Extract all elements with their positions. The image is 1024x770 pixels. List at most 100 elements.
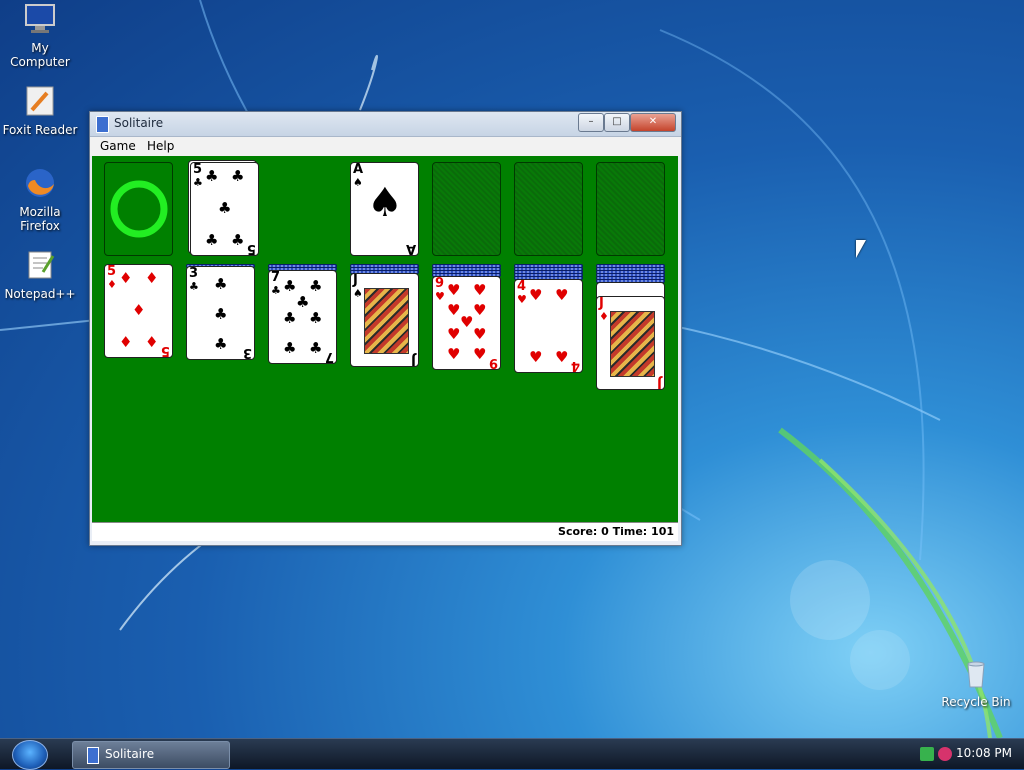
- card-suit: ♦: [599, 310, 609, 323]
- club-pip: ♣: [283, 339, 297, 357]
- card-suit: ♣: [189, 280, 199, 293]
- card-suit: ♣: [271, 284, 281, 297]
- tableau-card-j-diamonds[interactable]: J ♦ J: [596, 296, 665, 390]
- diamond-pip: ♦: [119, 269, 133, 287]
- desktop-icon-label: Foxit Reader: [2, 123, 78, 137]
- heart-pip: ♥: [473, 345, 487, 363]
- heart-pip: ♥: [460, 313, 474, 331]
- card-rank-bottom: 5: [160, 343, 170, 358]
- mouse-cursor-icon: [856, 240, 866, 258]
- solitaire-app-icon: [87, 747, 99, 764]
- taskbar-solitaire-button[interactable]: Solitaire: [72, 741, 230, 769]
- waste-card[interactable]: 5 5 ♣ ♣ ♣ ♣ ♣ ♣: [190, 162, 259, 256]
- club-pip: ♣: [309, 339, 323, 357]
- club-pip: ♣: [214, 335, 228, 353]
- windows-start-icon[interactable]: [12, 740, 48, 770]
- foundation-empty[interactable]: [432, 162, 501, 256]
- taskbar-button-label: Solitaire: [105, 747, 155, 761]
- score-time-readout: Score: 0 Time: 101: [558, 525, 674, 538]
- card-suit: ♠: [353, 287, 363, 300]
- security-shield-icon[interactable]: [938, 747, 952, 761]
- status-bar: Score: 0 Time: 101: [92, 522, 678, 541]
- tableau-card-9-hearts[interactable]: 9 ♥ ♥ ♥ ♥ ♥ ♥ ♥ ♥ ♥ ♥ 9: [432, 276, 501, 370]
- clock[interactable]: 10:08 PM: [956, 746, 1012, 760]
- menu-help[interactable]: Help: [147, 139, 174, 153]
- card-rank-bottom: A: [405, 241, 416, 256]
- notepad-icon: [28, 251, 55, 279]
- tableau-card-j-spades[interactable]: J ♠ J: [350, 273, 419, 367]
- tableau-card-5-diamonds[interactable]: 5 ♦ ♦ ♦ ♦ ♦ ♦ 5: [104, 264, 173, 358]
- close-button[interactable]: ✕: [630, 113, 676, 132]
- desktop-icon-label: Mozilla Firefox: [19, 205, 61, 233]
- title-bar[interactable]: Solitaire – □ ✕: [90, 112, 681, 137]
- tableau-card-3-clubs[interactable]: 3 ♣ ♣ ♣ ♣ 3: [186, 266, 255, 360]
- card-suit: ♥: [435, 290, 445, 303]
- card-rank-bottom: 3: [242, 345, 252, 360]
- recycle-circle-icon: [110, 180, 168, 238]
- minimize-button[interactable]: –: [578, 113, 604, 132]
- desktop-icon-label: My Computer: [10, 41, 70, 69]
- heart-pip: ♥: [555, 286, 569, 304]
- card-rank-bottom: J: [657, 375, 662, 390]
- club-pip: ♣: [214, 275, 228, 293]
- heart-pip: ♥: [529, 348, 543, 366]
- network-icon[interactable]: [920, 747, 934, 761]
- card-rank-bottom: 9: [488, 355, 498, 370]
- club-pip: ♣: [296, 293, 310, 311]
- monitor-icon: [25, 4, 55, 33]
- pdf-reader-icon: [26, 86, 54, 116]
- window-title: Solitaire: [114, 116, 164, 130]
- heart-pip: ♥: [473, 325, 487, 343]
- club-pip: ♣: [309, 277, 323, 295]
- card-rank-bottom: 7: [324, 349, 334, 364]
- heart-pip: ♥: [529, 286, 543, 304]
- stock-pile[interactable]: [104, 162, 173, 256]
- recycle-bin-icon: [967, 661, 985, 688]
- game-table: 5 5 ♣ ♣ ♣ ♣ ♣ ♣ A ♠ ♠ A 5 ♦ ♦ ♦ ♦ ♦ ♦ 5 …: [92, 156, 678, 522]
- club-pip: ♣: [231, 231, 245, 249]
- desktop-icon-foxit-reader[interactable]: Foxit Reader: [0, 84, 80, 137]
- jack-face-art: [610, 311, 655, 377]
- club-pip: ♣: [205, 231, 219, 249]
- card-rank-bottom: J: [411, 352, 416, 367]
- desktop-icon-recycle-bin[interactable]: Recycle Bin: [936, 656, 1016, 709]
- heart-pip: ♥: [447, 281, 461, 299]
- foundation-ace-spades[interactable]: A ♠ ♠ A: [350, 162, 419, 256]
- card-suit: ♦: [107, 278, 117, 291]
- desktop-icon-my-computer[interactable]: My Computer: [0, 2, 80, 69]
- club-pip: ♣: [283, 309, 297, 327]
- card-suit: ♥: [517, 293, 527, 306]
- desktop-icon-label: Notepad++: [4, 287, 76, 301]
- heart-pip: ♥: [473, 281, 487, 299]
- spade-large-icon: ♠: [367, 180, 403, 226]
- heart-pip: ♥: [447, 301, 461, 319]
- maximize-button[interactable]: □: [604, 113, 630, 132]
- diamond-pip: ♦: [119, 333, 133, 351]
- foundation-empty[interactable]: [596, 162, 665, 256]
- card-suit: ♠: [353, 176, 363, 189]
- desktop-icon-firefox[interactable]: Mozilla Firefox: [0, 166, 80, 233]
- club-pip: ♣: [309, 309, 323, 327]
- club-pip: ♣: [231, 167, 245, 185]
- club-pip: ♣: [205, 167, 219, 185]
- tableau-card-7-clubs[interactable]: 7 ♣ ♣ ♣ ♣ ♣ ♣ ♣ ♣ 7: [268, 270, 337, 364]
- card-rank-bottom: 4: [570, 358, 580, 373]
- heart-pip: ♥: [473, 301, 487, 319]
- taskbar: Solitaire 10:08 PM: [0, 738, 1024, 770]
- heart-pip: ♥: [447, 345, 461, 363]
- diamond-pip: ♦: [145, 333, 159, 351]
- diamond-pip: ♦: [132, 301, 146, 319]
- jack-face-art: [364, 288, 409, 354]
- foundation-empty[interactable]: [514, 162, 583, 256]
- card-rank-bottom: 5: [246, 241, 256, 256]
- desktop-icon-notepad-plus-plus[interactable]: Notepad++: [0, 248, 80, 301]
- club-pip: ♣: [218, 199, 232, 217]
- desktop-icon-label: Recycle Bin: [941, 695, 1011, 709]
- menu-game[interactable]: Game: [100, 139, 136, 153]
- solitaire-window: Solitaire – □ ✕ Game Help 5 5 ♣ ♣ ♣ ♣ ♣ …: [89, 111, 682, 546]
- system-tray: 10:08 PM: [914, 739, 1024, 769]
- solitaire-app-icon: [96, 116, 109, 133]
- firefox-icon: [26, 169, 54, 197]
- tableau-card-4-hearts[interactable]: 4 ♥ ♥ ♥ ♥ ♥ 4: [514, 279, 583, 373]
- card-suit: ♣: [193, 176, 203, 189]
